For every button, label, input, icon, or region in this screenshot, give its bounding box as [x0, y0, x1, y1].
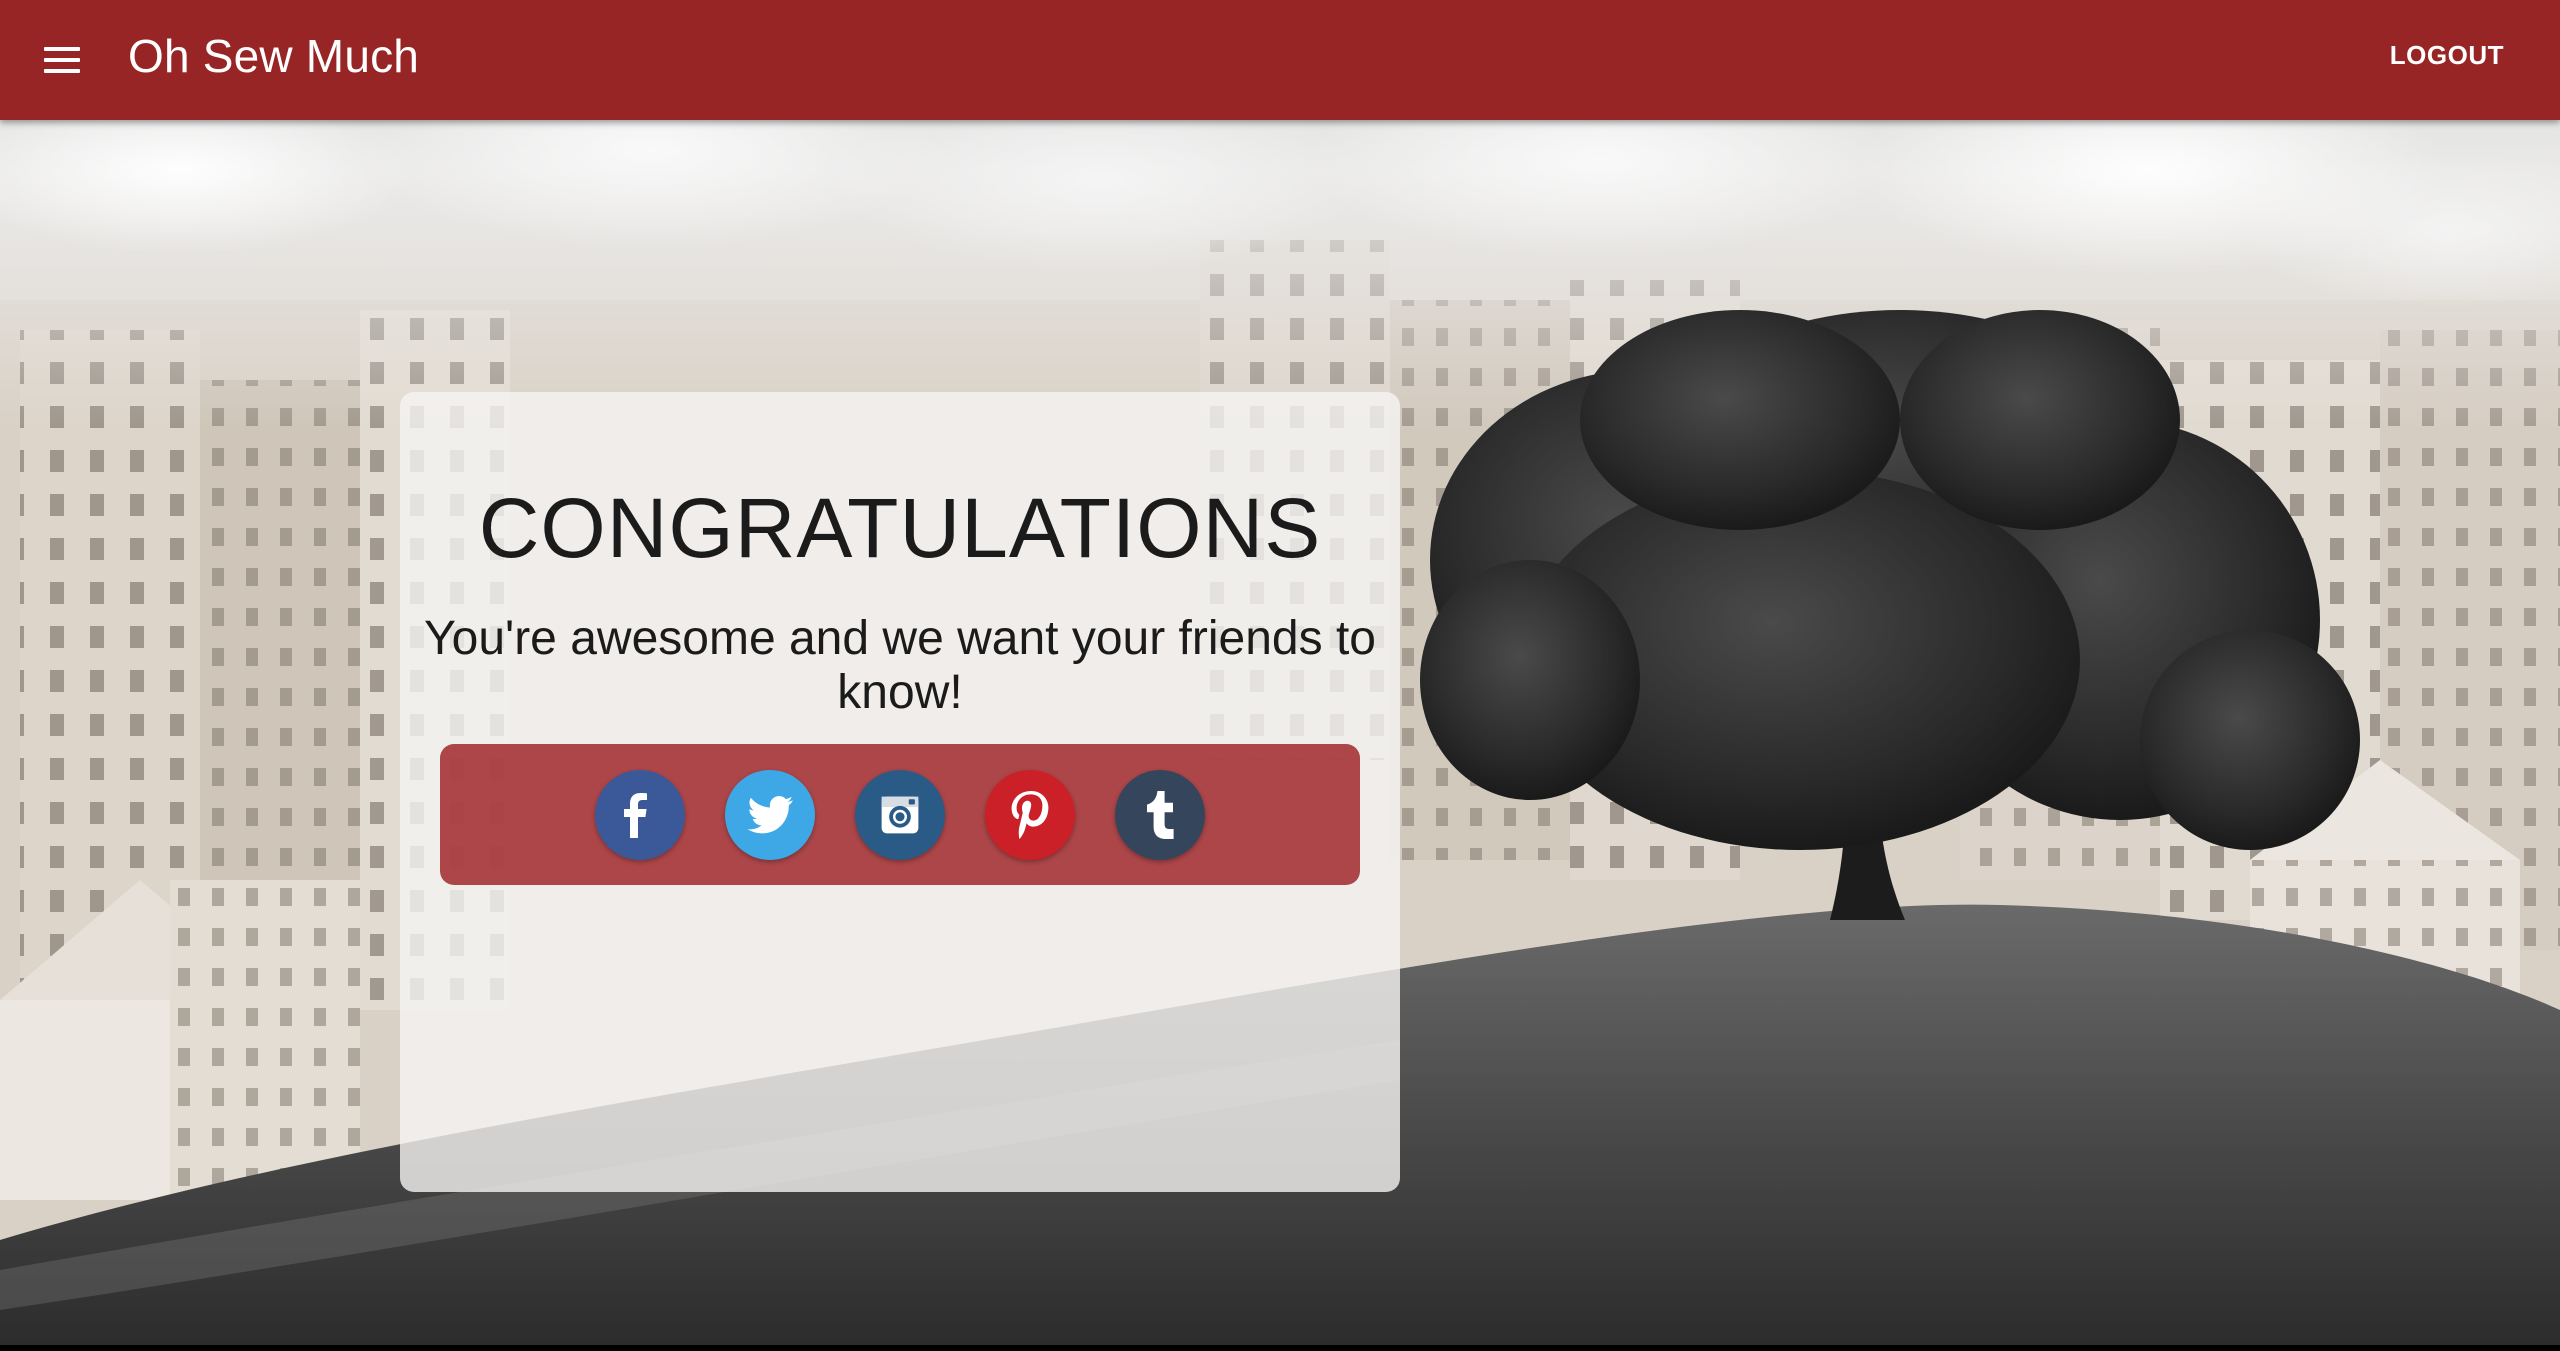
- logout-button[interactable]: LOGOUT: [2390, 40, 2504, 71]
- app-bar: Oh Sew Much LOGOUT: [0, 0, 2560, 120]
- tumblr-icon: [1147, 790, 1174, 839]
- twitter-icon: [747, 795, 793, 833]
- card-message: You're awesome and we want your friends …: [424, 612, 1376, 719]
- menu-line: [44, 69, 80, 73]
- instagram-icon: [881, 796, 919, 833]
- app-title: Oh Sew Much: [128, 30, 420, 82]
- hamburger-menu-icon[interactable]: [36, 34, 88, 86]
- tumblr-share-button[interactable]: [1115, 769, 1205, 860]
- social-share-bar: [440, 744, 1360, 885]
- pinterest-icon: [1011, 790, 1049, 839]
- twitter-share-button[interactable]: [725, 769, 815, 860]
- pinterest-share-button[interactable]: [985, 769, 1075, 860]
- facebook-icon: [624, 792, 647, 838]
- menu-line: [44, 58, 80, 62]
- menu-line: [44, 47, 80, 51]
- instagram-share-button[interactable]: [855, 769, 945, 860]
- facebook-share-button[interactable]: [595, 769, 685, 860]
- card-heading: CONGRATULATIONS: [478, 481, 1322, 575]
